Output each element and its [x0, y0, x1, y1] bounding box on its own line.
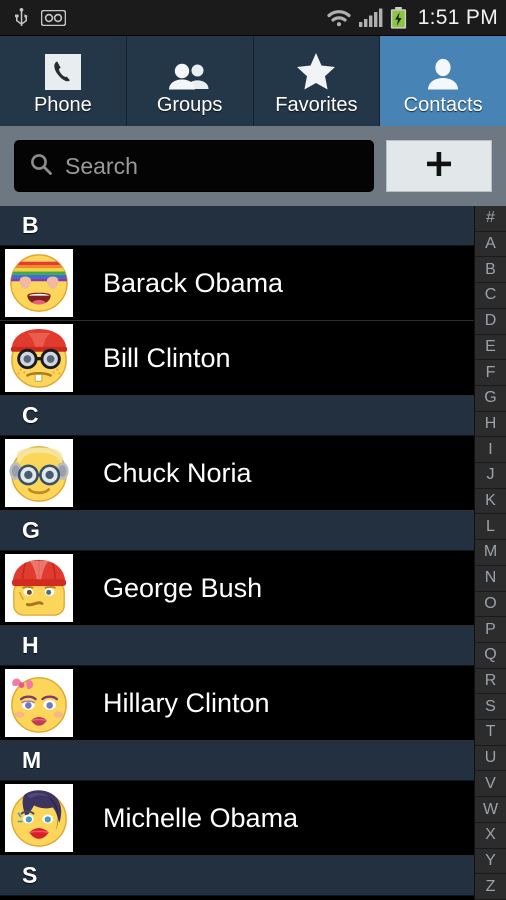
index-letter-v[interactable]: V: [474, 771, 506, 798]
avatar: [5, 324, 73, 392]
index-letter-d[interactable]: D: [474, 308, 506, 335]
person-icon: [426, 50, 460, 90]
index-letter-u[interactable]: U: [474, 745, 506, 772]
status-bar-left-icons: [14, 7, 326, 28]
index-letter-y[interactable]: Y: [474, 848, 506, 875]
section-header-letter: B: [22, 212, 39, 238]
contact-row[interactable]: Chuck Noria: [0, 436, 474, 511]
tab-favorites-label: Favorites: [275, 93, 358, 116]
index-letter-l[interactable]: L: [474, 514, 506, 541]
avatar: [5, 784, 73, 852]
contact-row[interactable]: Barack Obama: [0, 246, 474, 321]
status-bar-clock: 1:51 PM: [417, 5, 498, 29]
contacts-list-viewport[interactable]: B Barack Obama Bill Clinton C Chuck Nori…: [0, 206, 506, 900]
main-tab-bar: Phone Groups Favorites Contacts: [0, 36, 506, 126]
search-toolbar: Search: [0, 126, 506, 206]
section-header: S: [0, 856, 474, 896]
contacts-app-screen: 1:51 PM Phone Groups Favorites Contacts …: [0, 0, 506, 900]
search-icon: [29, 152, 53, 181]
tab-contacts-label: Contacts: [403, 93, 483, 116]
wifi-icon: [326, 8, 352, 27]
index-letter-t[interactable]: T: [474, 720, 506, 746]
index-letter-m[interactable]: M: [474, 540, 506, 566]
search-input[interactable]: Search: [14, 140, 374, 192]
contact-name: Chuck Noria: [103, 457, 252, 488]
avatar: [5, 249, 73, 317]
contact-row[interactable]: George Bush: [0, 551, 474, 626]
contacts-list: B Barack Obama Bill Clinton C Chuck Nori…: [0, 206, 474, 896]
section-header-letter: H: [22, 632, 39, 658]
section-header-letter: G: [22, 517, 40, 543]
section-header-letter: S: [22, 862, 38, 888]
section-header-letter: M: [22, 747, 42, 773]
index-letter-o[interactable]: O: [474, 591, 506, 618]
people-group-icon: [168, 50, 212, 90]
index-letter-g[interactable]: G: [474, 385, 506, 412]
index-letter-i[interactable]: I: [474, 437, 506, 464]
index-letter-hash[interactable]: #: [474, 206, 506, 232]
section-header: C: [0, 396, 474, 436]
index-letter-s[interactable]: S: [474, 694, 506, 721]
section-header: M: [0, 741, 474, 781]
contact-row[interactable]: Hillary Clinton: [0, 666, 474, 741]
index-letter-p[interactable]: P: [474, 617, 506, 643]
section-header: H: [0, 626, 474, 666]
status-bar-right-icons: 1:51 PM: [326, 6, 498, 30]
index-letter-h[interactable]: H: [474, 411, 506, 438]
index-letter-x[interactable]: X: [474, 822, 506, 849]
index-letter-a[interactable]: A: [474, 231, 506, 258]
avatar: [5, 439, 73, 507]
tab-phone[interactable]: Phone: [0, 36, 127, 126]
contact-row[interactable]: Michelle Obama: [0, 781, 474, 856]
status-bar: 1:51 PM: [0, 0, 506, 36]
contact-name: Bill Clinton: [103, 342, 231, 373]
index-letter-j[interactable]: J: [474, 463, 506, 489]
index-letter-q[interactable]: Q: [474, 642, 506, 669]
index-letter-n[interactable]: N: [474, 565, 506, 592]
index-letter-w[interactable]: W: [474, 797, 506, 823]
phone-handset-icon: [44, 50, 81, 90]
contact-name: Barack Obama: [103, 267, 284, 298]
section-header-letter: C: [22, 402, 39, 428]
avatar: [5, 554, 73, 622]
index-letter-c[interactable]: C: [474, 283, 506, 309]
signal-bars-icon: [358, 8, 383, 27]
contact-name: Hillary Clinton: [103, 687, 270, 718]
contact-row[interactable]: Bill Clinton: [0, 321, 474, 396]
plus-icon: [426, 151, 452, 182]
star-icon: [296, 50, 336, 90]
alphabet-index-scrubber[interactable]: # A B C D E F G H I J K L M N O P Q R S T U V W X Y Z: [474, 206, 506, 900]
contact-name: George Bush: [103, 572, 263, 603]
section-header: B: [0, 206, 474, 246]
index-letter-r[interactable]: R: [474, 668, 506, 695]
avatar: [5, 669, 73, 737]
add-contact-button[interactable]: [386, 140, 492, 192]
tab-contacts[interactable]: Contacts: [380, 36, 506, 126]
usb-icon: [14, 7, 29, 28]
tab-groups-label: Groups: [156, 93, 223, 116]
index-letter-b[interactable]: B: [474, 257, 506, 284]
contact-name: Michelle Obama: [103, 802, 299, 833]
tab-phone-label: Phone: [33, 93, 92, 116]
voicemail-icon: [40, 9, 67, 26]
battery-charging-icon: [390, 6, 407, 29]
index-letter-f[interactable]: F: [474, 360, 506, 386]
section-header: G: [0, 511, 474, 551]
index-letter-e[interactable]: E: [474, 334, 506, 361]
index-letter-z[interactable]: Z: [474, 874, 506, 900]
tab-groups[interactable]: Groups: [126, 36, 254, 126]
tab-favorites[interactable]: Favorites: [253, 36, 381, 126]
index-letter-k[interactable]: K: [474, 488, 506, 515]
search-placeholder: Search: [65, 152, 138, 179]
